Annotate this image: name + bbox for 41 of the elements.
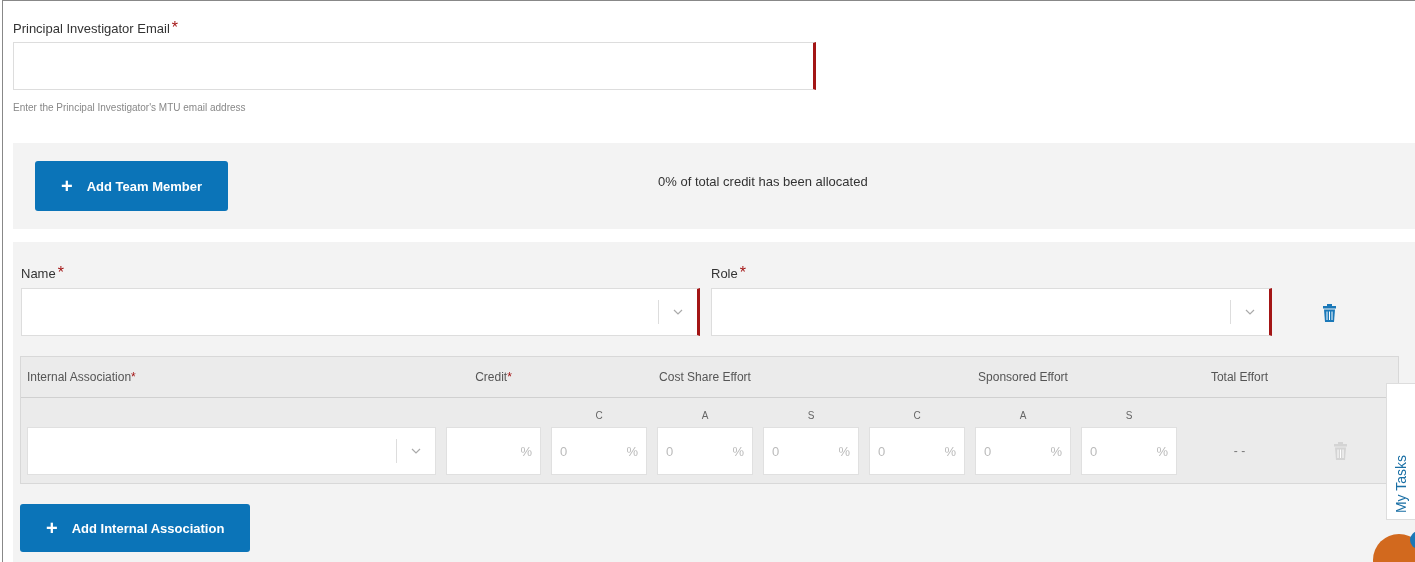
- chevron-down-icon: [673, 309, 683, 315]
- subcolumn-header: S: [806, 410, 816, 421]
- subcolumn-header: C: [594, 410, 604, 421]
- effort-input-field[interactable]: 0 %: [869, 427, 965, 475]
- required-mark: *: [57, 264, 64, 282]
- name-dropdown[interactable]: [21, 288, 700, 336]
- effort-input-field[interactable]: 0 %: [975, 427, 1071, 475]
- add-team-member-button[interactable]: + Add Team Member: [35, 161, 229, 211]
- trash-icon[interactable]: [1322, 304, 1336, 322]
- column-header: Total Effort: [1210, 370, 1269, 384]
- field-label: Principal Investigator Email: [13, 21, 170, 36]
- field-hint: Enter the Principal Investigator's MTU email address: [13, 102, 247, 113]
- field-label: Name: [21, 266, 56, 281]
- effort-input-field[interactable]: 0 %: [763, 427, 859, 475]
- required-mark: *: [171, 19, 179, 37]
- email-input-field[interactable]: [13, 42, 816, 90]
- chevron-down-icon: [411, 448, 421, 454]
- chevron-down-icon: [1245, 309, 1255, 315]
- credit-input-field[interactable]: %: [446, 427, 541, 475]
- subcolumn-header: S: [1124, 410, 1134, 421]
- subcolumn-header: A: [1018, 410, 1028, 421]
- role-dropdown[interactable]: [711, 288, 1272, 336]
- column-header: Cost Share Effort: [659, 370, 751, 384]
- column-header: Sponsored Effort: [978, 370, 1068, 384]
- column-header: Credit: [475, 370, 508, 384]
- add-internal-association-button[interactable]: + Add Internal Association: [20, 504, 251, 552]
- subcolumn-header: A: [700, 410, 710, 421]
- effort-input-field[interactable]: 0 %: [551, 427, 647, 475]
- percent-unit: %: [520, 443, 532, 459]
- column-header: Internal Association: [27, 370, 132, 384]
- required-mark: *: [507, 370, 512, 384]
- effort-input-field[interactable]: 0 %: [657, 427, 753, 475]
- required-mark: *: [739, 264, 746, 282]
- my-tasks-tab[interactable]: My Tasks: [1386, 383, 1415, 520]
- subcolumn-header: C: [912, 410, 922, 421]
- total-effort-value: - -: [1232, 444, 1247, 458]
- field-label: Role: [711, 266, 738, 281]
- required-mark: *: [131, 370, 136, 384]
- credit-status-text: 0% of total credit has been allocated: [658, 173, 868, 189]
- effort-input-field[interactable]: 0 %: [1081, 427, 1177, 475]
- association-dropdown[interactable]: [27, 427, 436, 475]
